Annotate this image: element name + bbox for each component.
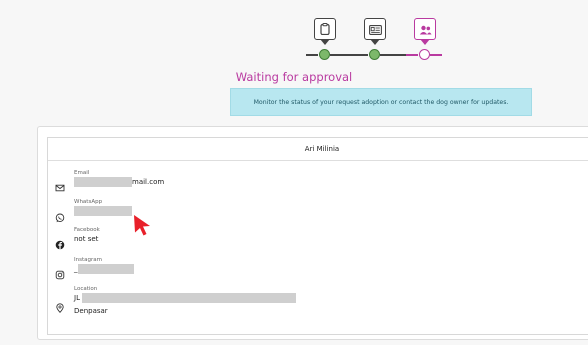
contact-details-panel: Ari Milinia Email mail.com WhatsApp Face… xyxy=(47,137,588,335)
location-label: Location xyxy=(74,286,98,292)
step-3-current-dot xyxy=(419,49,430,60)
id-card-icon xyxy=(368,20,382,39)
redacted-whatsapp[interactable] xyxy=(74,206,132,216)
info-alert-text: Monitor the status of your request adopt… xyxy=(253,98,509,106)
location-city: Denpasar xyxy=(74,307,108,315)
redacted-email xyxy=(74,177,132,187)
redacted-instagram[interactable] xyxy=(77,264,134,274)
instagram-label: Instagram xyxy=(74,257,102,263)
email-label: Email xyxy=(74,170,90,176)
facebook-value: not set xyxy=(74,235,99,243)
instagram-icon xyxy=(55,265,65,280)
mouse-cursor-icon xyxy=(132,213,152,241)
status-title: Waiting for approval xyxy=(235,70,353,84)
step-2-complete-dot xyxy=(369,49,380,60)
step-3 xyxy=(414,18,436,40)
facebook-icon xyxy=(55,235,65,250)
step-2 xyxy=(364,18,386,40)
whatsapp-icon xyxy=(55,208,65,223)
whatsapp-field: WhatsApp xyxy=(74,199,132,216)
whatsapp-label: WhatsApp xyxy=(74,199,103,205)
location-prefix: JL xyxy=(74,294,80,302)
step-1-complete-dot xyxy=(319,49,330,60)
instagram-field: Instagram _ xyxy=(74,257,134,274)
redacted-address xyxy=(81,293,296,303)
clipboard-icon xyxy=(320,20,330,39)
map-pin-icon xyxy=(55,298,65,313)
facebook-field: Facebook not set xyxy=(74,227,100,244)
email-suffix[interactable]: mail.com xyxy=(132,177,164,187)
users-icon xyxy=(419,20,432,39)
progress-stepper xyxy=(300,18,460,63)
owner-name: Ari Milinia xyxy=(48,138,588,161)
location-field: Location JL Denpasar xyxy=(74,286,296,316)
email-field: Email mail.com xyxy=(74,170,164,187)
mail-icon xyxy=(55,178,65,192)
facebook-label: Facebook xyxy=(74,227,100,233)
info-alert: Monitor the status of your request adopt… xyxy=(230,88,532,116)
step-1 xyxy=(314,18,336,40)
